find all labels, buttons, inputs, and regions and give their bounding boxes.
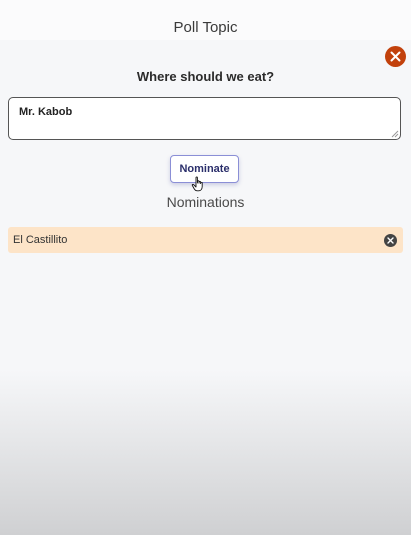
poll-question: Where should we eat? xyxy=(136,69,275,84)
top-bar: Poll Topic xyxy=(0,0,411,40)
hand-pointer-icon xyxy=(191,176,203,192)
nomination-item: El Castillito xyxy=(8,227,403,253)
nominee-input[interactable]: Mr. Kabob xyxy=(8,97,401,140)
remove-icon xyxy=(387,236,394,244)
close-icon xyxy=(390,51,401,62)
close-button[interactable] xyxy=(385,46,406,67)
nominations-heading: Nominations xyxy=(166,194,245,210)
nomination-label: El Castillito xyxy=(13,234,68,246)
page-title: Poll Topic xyxy=(173,19,238,36)
resize-grip-icon[interactable] xyxy=(391,130,399,138)
remove-nomination-button[interactable] xyxy=(384,233,397,247)
